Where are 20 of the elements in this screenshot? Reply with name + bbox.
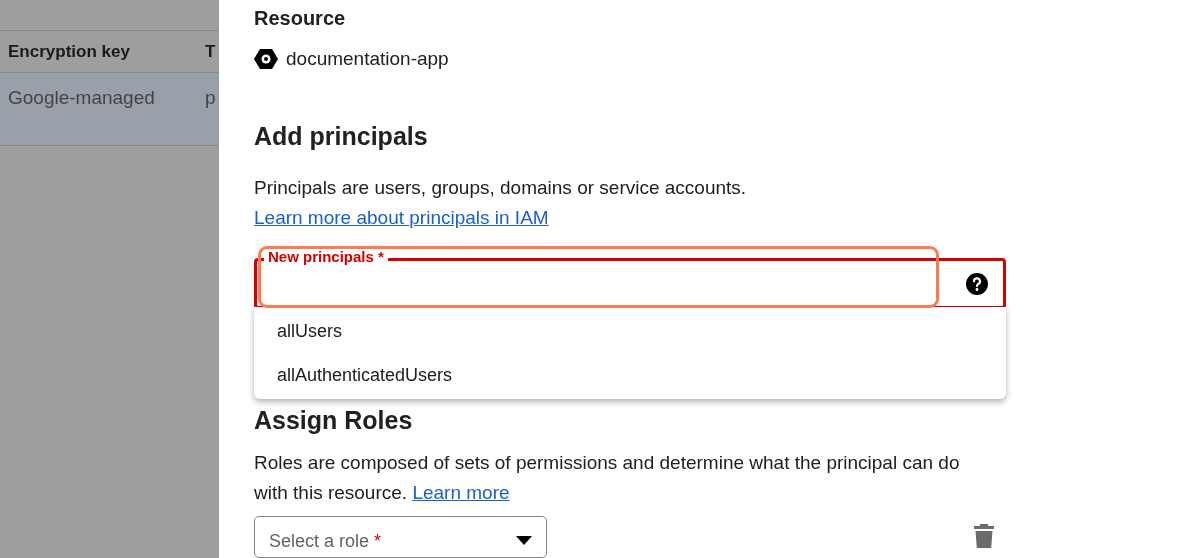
description-text: Principals are users, groups, domains or service accounts. Learn more about principals in IAM [254, 176, 748, 230]
suggestion-item[interactable]: allUsers [254, 309, 1006, 353]
delete-icon[interactable] [974, 523, 994, 548]
suggestion-item[interactable]: allAuthenticatedUsers [254, 353, 1006, 397]
hexagon-icon [254, 47, 278, 72]
learn-more-link[interactable]: Learn more about principals in IAM [254, 207, 549, 228]
learn-more-link[interactable]: Learn more [412, 481, 510, 503]
description-text: Roles are composed of sets of permissions and determine what the principal can do with this resource. Learn more [254, 450, 961, 505]
section-heading: Resource [254, 6, 346, 31]
help-icon[interactable] [965, 271, 989, 296]
column-header: Encryption key [7, 40, 131, 63]
caret-icon [516, 536, 532, 545]
resource-name: documentation-app [286, 47, 449, 71]
select-placeholder: Select a role * [269, 529, 382, 552]
table-cell-text: Google-managed [7, 86, 156, 110]
table-cell-text: p [205, 86, 216, 110]
section-heading: Add principals [254, 120, 428, 152]
section-heading: Assign Roles [254, 405, 413, 436]
role-select[interactable]: Select a role * [254, 515, 547, 558]
column-header: T [205, 40, 216, 63]
